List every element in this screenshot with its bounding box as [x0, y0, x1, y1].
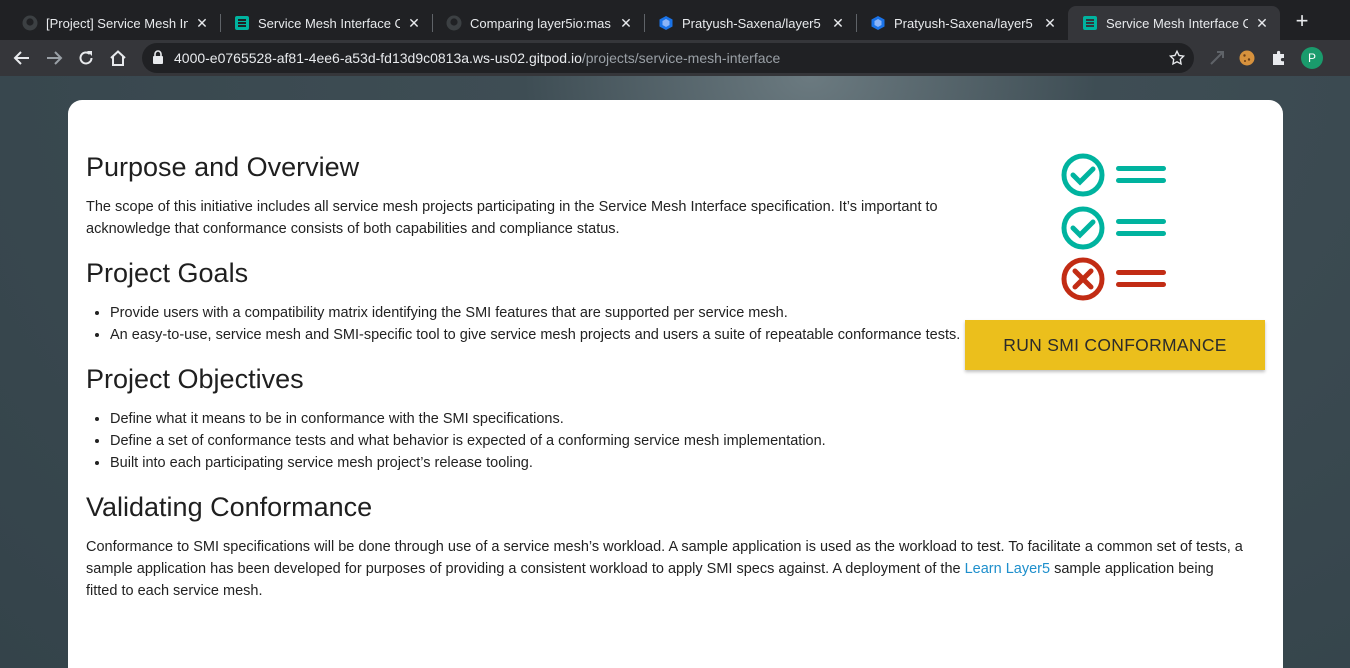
line-icon: [1116, 282, 1166, 287]
layer5-icon: [1082, 15, 1098, 31]
browser-toolbar: 4000-e0765528-af81-4ee6-a53d-fd13d9c0813…: [0, 40, 1350, 76]
forward-button[interactable]: [42, 46, 66, 70]
tab-1[interactable]: Service Mesh Interface C ✕: [220, 6, 432, 40]
close-tab-icon[interactable]: ✕: [830, 15, 846, 31]
layer5-icon: [234, 15, 250, 31]
close-tab-icon[interactable]: ✕: [194, 15, 210, 31]
profile-avatar[interactable]: P: [1301, 47, 1323, 69]
tab-title: Service Mesh Interface C: [1106, 15, 1248, 31]
tab-title: Service Mesh Interface C: [258, 15, 400, 31]
close-tab-icon[interactable]: ✕: [1254, 15, 1270, 31]
reload-icon: [79, 51, 93, 65]
arrow-left-icon: [13, 51, 29, 65]
extensions-puzzle-icon[interactable]: [1268, 47, 1290, 69]
purpose-text: The scope of this initiative includes al…: [86, 199, 938, 237]
tab-5-active[interactable]: Service Mesh Interface C ✕: [1068, 6, 1280, 40]
run-smi-conformance-button[interactable]: RUN SMI CONFORMANCE: [965, 320, 1265, 370]
objectives-list: Define what it means to be in conformanc…: [110, 408, 966, 474]
github-icon: [22, 15, 38, 31]
list-item: Define a set of conformance tests and wh…: [110, 430, 966, 452]
objectives-heading: Project Objectives: [86, 364, 304, 394]
line-icon: [1116, 166, 1166, 171]
conformance-checklist-illustration: [1061, 153, 1166, 301]
check-circle-icon: [1061, 206, 1105, 250]
bookmark-star-icon[interactable]: [1168, 49, 1186, 72]
url-host: 4000-e0765528-af81-4ee6-a53d-fd13d9c0813…: [174, 50, 582, 66]
arrow-right-icon: [47, 51, 63, 65]
main-content: Purpose and Overview The scope of this i…: [86, 150, 1243, 612]
validating-text: Conformance to SMI specifications will b…: [86, 536, 1246, 602]
cookie-extension-icon[interactable]: [1236, 47, 1258, 69]
lock-icon: [152, 50, 164, 70]
page-viewport: Purpose and Overview The scope of this i…: [0, 76, 1350, 668]
gitpod-icon: [870, 15, 886, 31]
validating-heading: Validating Conformance: [86, 492, 373, 522]
tab-title: [Project] Service Mesh In: [46, 15, 188, 31]
tab-title: Pratyush-Saxena/layer5: [894, 15, 1033, 31]
tab-title: Pratyush-Saxena/layer5: [682, 15, 821, 31]
list-item: Define what it means to be in conformanc…: [110, 408, 966, 430]
tab-2[interactable]: Comparing layer5io:mas ✕: [432, 6, 644, 40]
close-tab-icon[interactable]: ✕: [618, 15, 634, 31]
goals-heading: Project Goals: [86, 258, 249, 288]
extension-share-icon[interactable]: [1206, 47, 1228, 69]
purpose-heading: Purpose and Overview: [86, 152, 360, 182]
home-icon: [110, 50, 126, 66]
close-tab-icon[interactable]: ✕: [406, 15, 422, 31]
tab-0[interactable]: [Project] Service Mesh In ✕: [8, 6, 220, 40]
goals-list: Provide users with a compatibility matri…: [110, 302, 966, 346]
tab-3[interactable]: Pratyush-Saxena/layer5 ✕: [644, 6, 856, 40]
line-icon: [1116, 219, 1166, 224]
tab-4[interactable]: Pratyush-Saxena/layer5 ✕: [856, 6, 1068, 40]
home-button[interactable]: [106, 46, 130, 70]
back-button[interactable]: [10, 46, 34, 70]
check-circle-icon: [1061, 153, 1105, 197]
reload-button[interactable]: [74, 46, 98, 70]
content-card: Purpose and Overview The scope of this i…: [68, 100, 1283, 668]
cross-circle-icon: [1061, 257, 1105, 301]
tab-strip: [Project] Service Mesh In ✕ Service Mesh…: [0, 0, 1350, 40]
line-icon: [1116, 178, 1166, 183]
gitpod-icon: [658, 15, 674, 31]
list-item: Built into each participating service me…: [110, 452, 966, 474]
close-tab-icon[interactable]: ✕: [1042, 15, 1058, 31]
address-bar[interactable]: 4000-e0765528-af81-4ee6-a53d-fd13d9c0813…: [142, 43, 1194, 73]
learn-layer5-link[interactable]: Learn Layer5: [965, 561, 1050, 577]
line-icon: [1116, 231, 1166, 236]
list-item: Provide users with a compatibility matri…: [110, 302, 966, 324]
github-icon: [446, 15, 462, 31]
url-text: 4000-e0765528-af81-4ee6-a53d-fd13d9c0813…: [174, 50, 780, 66]
new-tab-button[interactable]: +: [1290, 10, 1314, 34]
list-item: An easy-to-use, service mesh and SMI-spe…: [110, 324, 966, 346]
tab-title: Comparing layer5io:mas: [470, 15, 611, 31]
url-path: /projects/service-mesh-interface: [581, 50, 781, 66]
line-icon: [1116, 270, 1166, 275]
